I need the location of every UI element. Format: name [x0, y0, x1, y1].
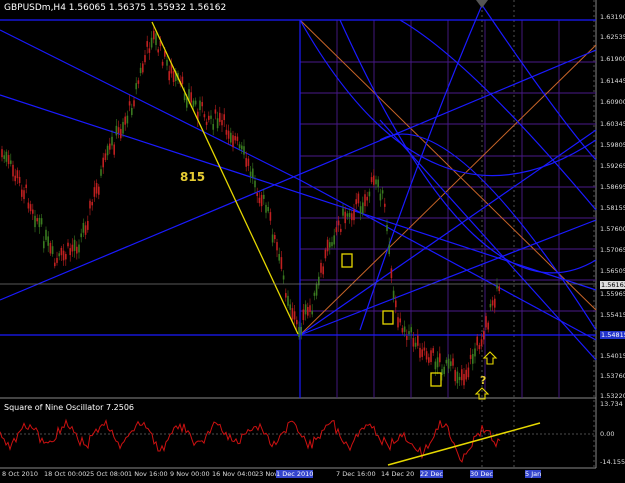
- price-label: 1.62535: [600, 33, 625, 41]
- price-label: 1.60900: [600, 98, 625, 106]
- time-label: 9 Nov 00:00: [170, 470, 210, 478]
- price-label: 1.59265: [600, 162, 625, 170]
- price-label: 1.56505: [600, 267, 625, 275]
- price-label: 1.61900: [600, 55, 625, 63]
- chart-symbol-header: GBPUSDm,H4 1.56065 1.56375 1.55932 1.561…: [4, 3, 227, 13]
- price-label: 1.53220: [600, 392, 625, 400]
- price-label: 1.57600: [600, 225, 625, 233]
- osc-level-label: -14.155: [600, 458, 625, 466]
- time-label-highlighted: 1 Dec 2010: [276, 470, 314, 478]
- annotation-question-mark: ?: [480, 374, 487, 387]
- price-label: 1.58695: [600, 183, 625, 191]
- time-label: 18 Oct 00:00: [44, 470, 87, 478]
- time-label-highlighted: 5 Jan: [525, 470, 542, 478]
- price-label: 1.55965: [600, 290, 625, 298]
- time-label: 8 Oct 2010: [2, 470, 39, 478]
- price-label: 1.59805: [600, 141, 625, 149]
- time-label: 7 Dec 16:00: [336, 470, 376, 478]
- blue-level-label: 1.54815: [600, 331, 625, 339]
- time-label: 1 Nov 16:00: [128, 470, 168, 478]
- time-label-highlighted: 22 Dec: [420, 470, 443, 478]
- oscillator-title: Square of Nine Oscillator 7.2506: [4, 403, 134, 412]
- time-label: 14 Dec 20: [381, 470, 415, 478]
- time-label-highlighted: 30 Dec: [470, 470, 493, 478]
- osc-level-label: 13.734: [600, 400, 623, 408]
- time-label: 16 Nov 04:00: [212, 470, 256, 478]
- time-label: 25 Oct 08:00: [86, 470, 129, 478]
- price-label: 1.63190: [600, 13, 625, 21]
- time-label: 23 Nov: [255, 470, 279, 478]
- price-label: 1.54015: [600, 352, 625, 360]
- price-label: 1.53760: [600, 372, 625, 380]
- price-label: 1.58155: [600, 204, 625, 212]
- price-label: 1.55415: [600, 311, 625, 319]
- osc-level-label: 0.00: [600, 430, 615, 438]
- price-label: 1.61445: [600, 77, 625, 85]
- annotation-815: 815: [180, 170, 206, 184]
- current-price-label: 1.56162: [600, 281, 625, 289]
- price-label: 1.57065: [600, 246, 625, 254]
- price-label: 1.60345: [600, 120, 625, 128]
